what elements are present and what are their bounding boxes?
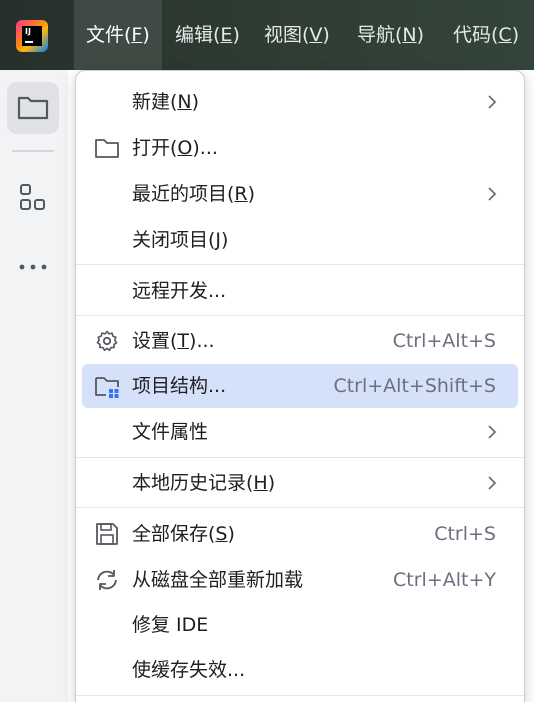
structure-tool-button[interactable] — [7, 172, 59, 224]
menu-item-label: 项目结构... — [132, 375, 227, 397]
menu-item-project-structure[interactable]: 项目结构... Ctrl+Alt+Shift+S — [82, 364, 518, 408]
menu-item-reload-all-from-disk[interactable]: 从磁盘全部重新加载 Ctrl+Alt+Y — [82, 558, 518, 602]
menu-separator — [76, 507, 524, 508]
menu-label-suffix: ) — [142, 24, 150, 46]
menu-file[interactable]: 文件(F) — [74, 0, 162, 70]
menu-item-file-properties[interactable]: 文件属性 — [82, 410, 518, 454]
menu-mnemonic: N — [402, 24, 417, 46]
menu-item-local-history[interactable]: 本地历史记录(H) — [82, 461, 518, 505]
folder-icon — [17, 96, 49, 120]
menu-label: 编辑( — [175, 24, 221, 46]
menu-item-invalidate-caches[interactable]: 使缓存失效... — [82, 648, 518, 692]
menu-separator — [76, 695, 524, 696]
menu-mnemonic: V — [309, 24, 323, 46]
menu-separator — [76, 264, 524, 265]
menu-item-save-all[interactable]: 全部保存(S) Ctrl+S — [82, 512, 518, 556]
menu-item-label: 本地历史记录(H) — [132, 472, 276, 494]
menu-label-suffix: ) — [416, 24, 425, 46]
menu-item-recent-projects[interactable]: 最近的项目(R) — [82, 172, 518, 216]
gear-icon — [96, 330, 118, 352]
menu-item-label: 打开(O)... — [132, 137, 218, 159]
menu-item-label: 新建(N) — [132, 91, 200, 113]
menu-navigate[interactable]: 导航(N) — [357, 0, 424, 70]
chevron-right-icon — [488, 425, 497, 439]
menu-item-repair-ide[interactable]: 修复 IDE — [82, 603, 518, 647]
menu-item-label: 文件属性 — [132, 421, 209, 443]
file-menu-dropdown: 新建(N) 打开(O)... 最近的项目(R) 关闭项目(J) 远程开发... … — [75, 70, 525, 702]
menu-item-label: 从磁盘全部重新加载 — [132, 569, 304, 591]
menu-label: 代码( — [453, 24, 499, 46]
structure-icon — [20, 184, 45, 210]
menu-view[interactable]: 视图(V) — [264, 0, 330, 70]
menu-label: 文件( — [86, 24, 132, 46]
app-logo-icon[interactable]: IJ — [16, 20, 48, 52]
reload-icon — [97, 570, 117, 590]
tool-window-strip — [0, 70, 68, 702]
menu-separator — [76, 457, 524, 458]
project-tool-button[interactable] — [7, 82, 59, 134]
logo-text: IJ — [25, 27, 31, 36]
menu-label: 导航( — [357, 24, 403, 46]
chevron-right-icon — [488, 187, 497, 201]
menu-item-label: 关闭项目(J) — [132, 229, 229, 251]
menu-item-remote-development[interactable]: 远程开发... — [82, 269, 518, 313]
menu-mnemonic: F — [131, 24, 143, 46]
menu-label-suffix: ) — [511, 24, 520, 46]
menu-item-label: 使缓存失效... — [132, 659, 246, 681]
menu-item-shortcut: Ctrl+Alt+S — [392, 330, 496, 352]
menu-mnemonic: C — [498, 24, 512, 46]
menu-item-label: 设置(T)... — [132, 330, 215, 352]
menu-label-suffix: ) — [232, 24, 240, 46]
menu-separator — [76, 315, 524, 316]
menu-item-label: 远程开发... — [132, 280, 227, 302]
project-structure-icon — [95, 377, 119, 398]
menu-item-shortcut: Ctrl+Alt+Y — [393, 569, 496, 591]
menu-label-suffix: ) — [322, 24, 330, 46]
menu-item-label: 全部保存(S) — [132, 523, 235, 545]
menu-item-settings[interactable]: 设置(T)... Ctrl+Alt+S — [82, 319, 518, 363]
logo-mark: IJ — [22, 26, 42, 46]
menu-item-shortcut: Ctrl+Alt+Shift+S — [333, 375, 496, 397]
chevron-right-icon — [488, 95, 497, 109]
chevron-right-icon — [488, 476, 497, 490]
more-icon — [19, 264, 47, 270]
menu-item-shortcut: Ctrl+S — [434, 523, 496, 545]
save-icon — [96, 523, 118, 545]
menu-item-open[interactable]: 打开(O)... — [82, 126, 518, 170]
folder-icon — [95, 139, 119, 158]
menu-item-close-project[interactable]: 关闭项目(J) — [82, 218, 518, 262]
more-tools-button[interactable] — [7, 242, 59, 294]
menu-mnemonic: E — [220, 24, 233, 46]
strip-divider — [12, 150, 54, 152]
menu-label: 视图( — [264, 24, 310, 46]
menu-code[interactable]: 代码(C) — [453, 0, 519, 70]
menu-edit[interactable]: 编辑(E) — [175, 0, 240, 70]
main-toolbar: IJ 文件(F) 编辑(E) 视图(V) 导航(N) 代码(C) — [0, 0, 534, 70]
menu-item-new[interactable]: 新建(N) — [82, 80, 518, 124]
menu-item-label: 修复 IDE — [132, 614, 209, 636]
menu-item-label: 最近的项目(R) — [132, 183, 256, 205]
